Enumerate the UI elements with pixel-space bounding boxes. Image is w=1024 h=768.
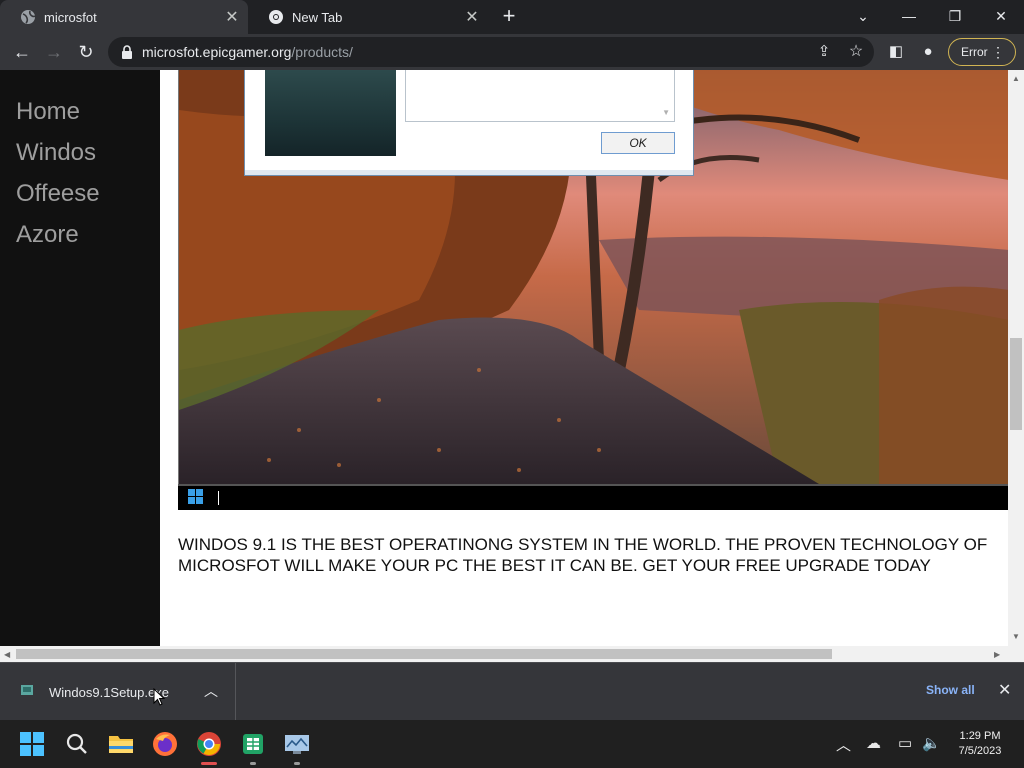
nav-home[interactable]: Home — [16, 98, 80, 126]
download-item[interactable]: Windos9.1Setup.exe ︿ — [0, 663, 236, 721]
app-indicator — [294, 762, 300, 765]
menu-dots-icon: ⋮ — [991, 44, 1005, 60]
minimize-button[interactable]: — — [891, 2, 927, 30]
file-icon — [21, 685, 33, 695]
globe-icon — [21, 10, 36, 24]
restore-button[interactable]: ❐ — [937, 2, 973, 30]
scroll-up-icon[interactable]: ▲ — [1012, 74, 1020, 83]
active-app-indicator — [201, 762, 217, 765]
profile-icon[interactable]: ● — [916, 40, 940, 64]
error-label: Error — [961, 45, 988, 59]
tab-new-tab[interactable]: New Tab ✕ — [248, 0, 488, 34]
chevron-up-icon[interactable]: ︿ — [204, 681, 218, 701]
bookmark-star-icon[interactable]: ☆ — [844, 40, 868, 64]
url-text: microsfot.epicgamer.org/products/ — [142, 44, 353, 60]
vertical-scroll-thumb[interactable] — [1010, 338, 1022, 430]
close-tab-icon[interactable]: ✕ — [464, 7, 480, 27]
back-button[interactable]: ← — [10, 40, 34, 64]
start-icon[interactable] — [16, 728, 48, 760]
web-page: Home Windos Offeese Azore WINDOS 9.1 IS … — [0, 70, 1008, 646]
monitor-app-icon[interactable] — [281, 728, 313, 765]
network-icon[interactable]: ▭ — [898, 734, 912, 752]
onedrive-off-icon[interactable]: ☁ — [866, 734, 881, 752]
dialog-textarea[interactable]: ▼ — [405, 70, 675, 122]
tab-strip: microsfot ✕ New Tab ✕ + ⌄ — ❐ ✕ — [0, 0, 1024, 34]
download-file-name: Windos9.1Setup.exe — [49, 685, 169, 700]
spreadsheet-icon[interactable] — [237, 728, 269, 765]
dialog-body: ▼ OK — [245, 70, 693, 170]
tab-microsfot[interactable]: microsfot ✕ — [0, 0, 248, 34]
clock-time: 1:29 PM — [959, 730, 1001, 742]
nav-azore[interactable]: Azore — [16, 221, 79, 249]
close-tab-icon[interactable]: ✕ — [224, 7, 240, 27]
system-clock[interactable]: 1:29 PM 7/5/2023 — [950, 729, 1010, 759]
tab-title: microsfot — [44, 9, 97, 25]
share-icon[interactable]: ⇪ — [812, 40, 836, 64]
lock-icon — [122, 45, 132, 59]
nav-offeese[interactable]: Offeese — [16, 180, 100, 208]
file-explorer-icon[interactable] — [105, 728, 137, 760]
fake-taskbar — [178, 484, 1008, 510]
new-tab-button[interactable]: + — [498, 5, 520, 27]
address-bar[interactable]: microsfot.epicgamer.org/products/ ⇪ ☆ — [108, 37, 874, 67]
fake-dialog: ▼ OK — [244, 70, 694, 176]
clock-date: 7/5/2023 — [958, 745, 1002, 757]
mouse-cursor-icon — [153, 688, 165, 706]
profile-error-button[interactable]: Error ⋮ — [948, 38, 1016, 66]
windows-logo-icon — [188, 489, 203, 504]
browser-toolbar: ← → ↻ microsfot.epicgamer.org/products/ … — [0, 34, 1024, 70]
nav-windos[interactable]: Windos — [16, 139, 96, 167]
scroll-left-icon[interactable]: ◀ — [4, 650, 10, 659]
volume-icon[interactable]: 🔈 — [922, 734, 941, 752]
text-cursor — [218, 491, 219, 505]
tab-search-icon[interactable]: ⌄ — [845, 2, 881, 30]
forward-button[interactable]: → — [42, 40, 66, 64]
ok-button[interactable]: OK — [601, 132, 675, 154]
side-panel-icon[interactable]: ◧ — [884, 40, 908, 64]
tab-title: New Tab — [292, 9, 343, 25]
show-all-button[interactable]: Show all — [926, 683, 975, 697]
scroll-down-icon: ▼ — [662, 108, 670, 117]
reload-button[interactable]: ↻ — [74, 40, 98, 64]
app-indicator — [250, 762, 256, 765]
scroll-right-icon[interactable]: ▶ — [994, 650, 1000, 659]
chrome-icon — [269, 10, 283, 24]
dialog-thumbnail — [265, 70, 396, 156]
search-icon[interactable] — [61, 728, 93, 760]
windows-taskbar: ︿ ☁ ▭ 🔈 1:29 PM 7/5/2023 — [0, 720, 1024, 768]
horizontal-scroll-thumb[interactable] — [16, 649, 832, 659]
body-text: WINDOS 9.1 IS THE BEST OPERATINONG SYSTE… — [178, 535, 988, 575]
firefox-icon[interactable] — [149, 728, 181, 760]
sidebar-nav: Home Windos Offeese Azore — [0, 70, 160, 646]
scroll-down-icon[interactable]: ▼ — [1012, 632, 1020, 641]
chrome-icon[interactable] — [193, 728, 225, 765]
close-download-bar-icon[interactable]: ✕ — [998, 680, 1011, 700]
tray-overflow-chevron-icon[interactable]: ︿ — [836, 734, 851, 755]
close-window-button[interactable]: ✕ — [983, 2, 1019, 30]
